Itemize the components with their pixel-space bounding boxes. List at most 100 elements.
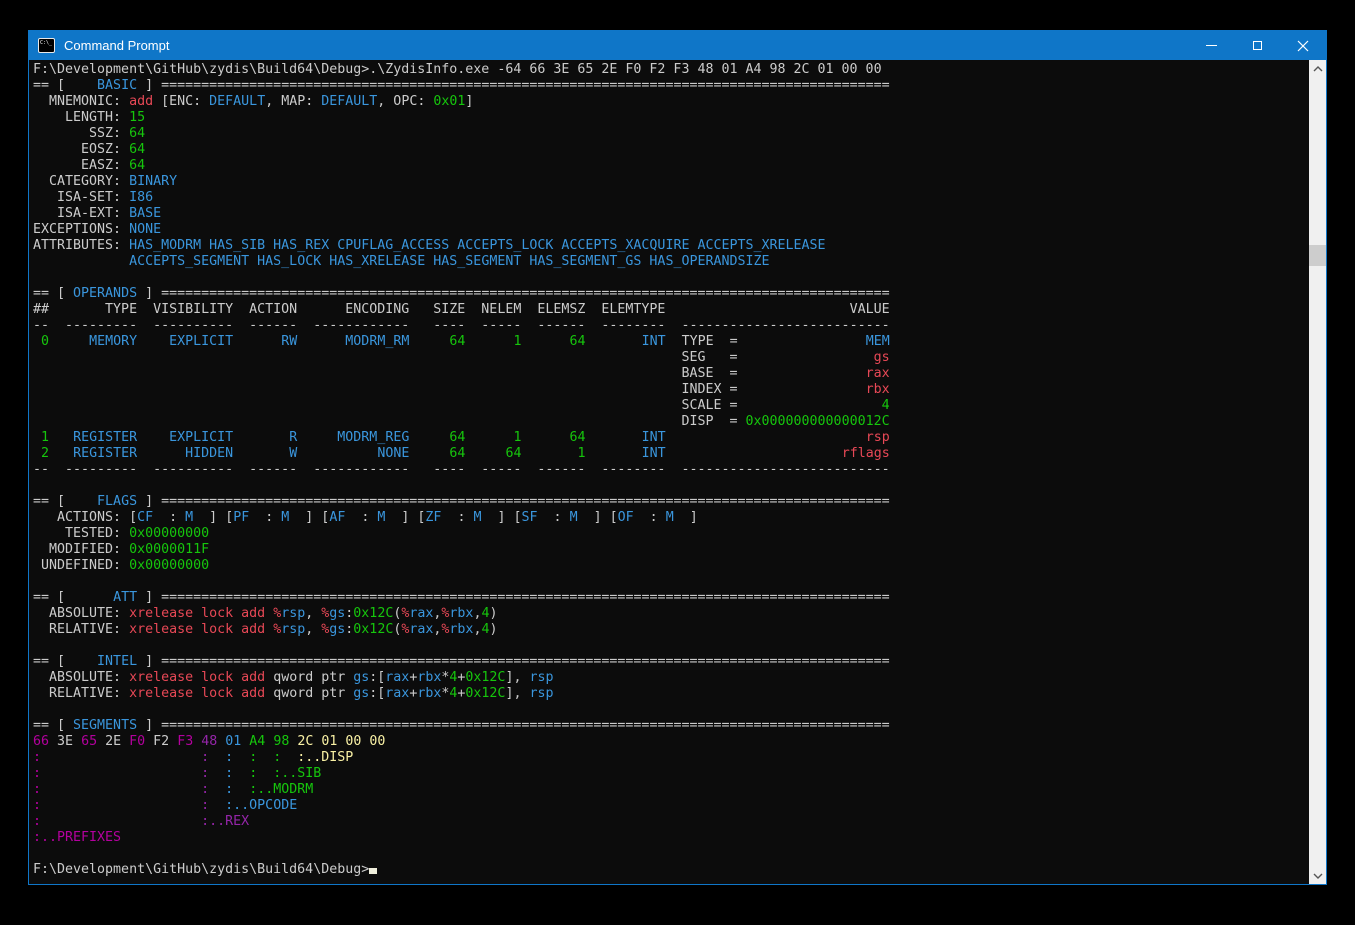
text-segment: ========================================… [161, 718, 890, 733]
cmd-icon [38, 38, 55, 53]
spacer [209, 766, 225, 781]
text-segment: NONE [377, 446, 409, 461]
text-segment: ], [505, 686, 529, 701]
text-segment: RW [281, 334, 297, 349]
vertical-scrollbar[interactable] [1309, 60, 1326, 884]
text-segment: NONE [129, 222, 161, 237]
text-segment: :[ [369, 686, 385, 701]
terminal-line: F:\Development\GitHub\zydis\Build64\Debu… [33, 862, 1306, 878]
text-segment: 0x00000000 [129, 558, 209, 573]
text-segment: PF [233, 510, 249, 525]
text-segment: HIDDEN [185, 446, 233, 461]
terminal-line: LENGTH: 15 [33, 110, 1306, 126]
text-segment: OPERANDS [73, 286, 137, 301]
text-segment: : [33, 750, 41, 765]
spacer [586, 334, 642, 349]
terminal-line: 66 3E 65 2E F0 F2 F3 48 01 A4 98 2C 01 0… [33, 734, 1306, 750]
close-button[interactable] [1280, 31, 1326, 60]
text-segment: : [33, 814, 41, 829]
text-segment: SSZ: [33, 126, 129, 141]
scroll-up-button[interactable] [1309, 60, 1326, 77]
spacer [465, 334, 513, 349]
text-segment: AF [329, 510, 345, 525]
text-segment: BINARY [129, 174, 177, 189]
spacer [521, 430, 569, 445]
text-segment: DISP = [681, 414, 737, 429]
terminal-line: ## TYPE VISIBILITY ACTION ENCODING SIZE … [33, 302, 1306, 318]
text-segment: F0 [129, 734, 145, 749]
minimize-button[interactable] [1188, 31, 1234, 60]
text-segment: 2 [41, 446, 49, 461]
terminal-line: : : : :..MODRM [33, 782, 1306, 798]
text-segment: ] [193, 510, 225, 525]
terminal-line: RELATIVE: xrelease lock add %rsp, %gs:0x… [33, 622, 1306, 638]
text-segment: MODIFIED: [33, 542, 129, 557]
text-segment: 1 [41, 430, 49, 445]
spacer [49, 430, 73, 445]
text-segment: ========================================… [161, 494, 890, 509]
chevron-up-icon [1313, 66, 1323, 72]
minimize-icon [1206, 45, 1217, 46]
text-segment: == [ [33, 78, 97, 93]
text-segment: SEG = [681, 350, 737, 365]
text-segment: 64 [129, 126, 145, 141]
text-segment: RELATIVE: [33, 622, 129, 637]
text-segment: ATT [113, 590, 137, 605]
text-segment: ISA-EXT: [33, 206, 129, 221]
text-segment: ] [578, 510, 610, 525]
spacer [33, 366, 681, 381]
terminal-line: ABSOLUTE: xrelease lock add qword ptr gs… [33, 670, 1306, 686]
scrollbar-thumb[interactable] [1309, 245, 1326, 266]
scroll-down-button[interactable] [1309, 867, 1326, 884]
text-segment: : [634, 510, 666, 525]
terminal-line: :..PREFIXES [33, 830, 1306, 846]
spacer [233, 446, 289, 461]
text-segment: ] [137, 590, 161, 605]
text-segment: INDEX = [681, 382, 737, 397]
text-segment: ] [465, 94, 473, 109]
text-segment: ] [481, 510, 513, 525]
spacer [297, 446, 377, 461]
spacer [209, 782, 225, 797]
spacer [737, 382, 865, 397]
text-segment: :..PREFIXES [33, 830, 121, 845]
terminal-line: CATEGORY: BINARY [33, 174, 1306, 190]
spacer [233, 430, 289, 445]
text-segment: gs [329, 622, 345, 637]
text-segment: ], [505, 670, 529, 685]
text-segment: 64 [129, 158, 145, 173]
spacer [41, 782, 201, 797]
terminal-line: 1 REGISTER EXPLICIT R MODRM_REG 64 1 64 … [33, 430, 1306, 446]
command-prompt-window: Command Prompt F:\Development\GitHub\zyd… [28, 30, 1327, 885]
text-segment: RELATIVE: [33, 686, 129, 701]
text-segment: :..SIB [273, 766, 321, 781]
text-segment: TESTED: [33, 526, 129, 541]
text-segment: DEFAULT [321, 94, 377, 109]
text-segment: 15 [129, 110, 145, 125]
titlebar[interactable]: Command Prompt [29, 31, 1326, 60]
spacer [41, 750, 201, 765]
spacer [737, 366, 865, 381]
spacer [33, 334, 41, 349]
text-segment: : [201, 750, 209, 765]
terminal-line [33, 270, 1306, 286]
text-segment: : [345, 510, 377, 525]
text-segment: EASZ: [33, 158, 129, 173]
text-segment: BASE [129, 206, 161, 221]
text-segment: MNEMONIC: [33, 94, 129, 109]
text-segment: rsp [529, 670, 553, 685]
text-segment: : [201, 766, 209, 781]
maximize-button[interactable] [1234, 31, 1280, 60]
text-segment: : [538, 510, 570, 525]
terminal-line: SSZ: 64 [33, 126, 1306, 142]
text-segment: ACTIONS: [33, 510, 129, 525]
text-segment: SF [522, 510, 538, 525]
text-segment: 64 [505, 446, 521, 461]
spacer [297, 334, 345, 349]
terminal-line: BASE = rax [33, 366, 1306, 382]
text-segment: DEFAULT [209, 94, 265, 109]
text-segment: FLAGS [97, 494, 137, 509]
terminal-line: INDEX = rbx [33, 382, 1306, 398]
spacer [409, 446, 449, 461]
text-segment: 64 [449, 430, 465, 445]
